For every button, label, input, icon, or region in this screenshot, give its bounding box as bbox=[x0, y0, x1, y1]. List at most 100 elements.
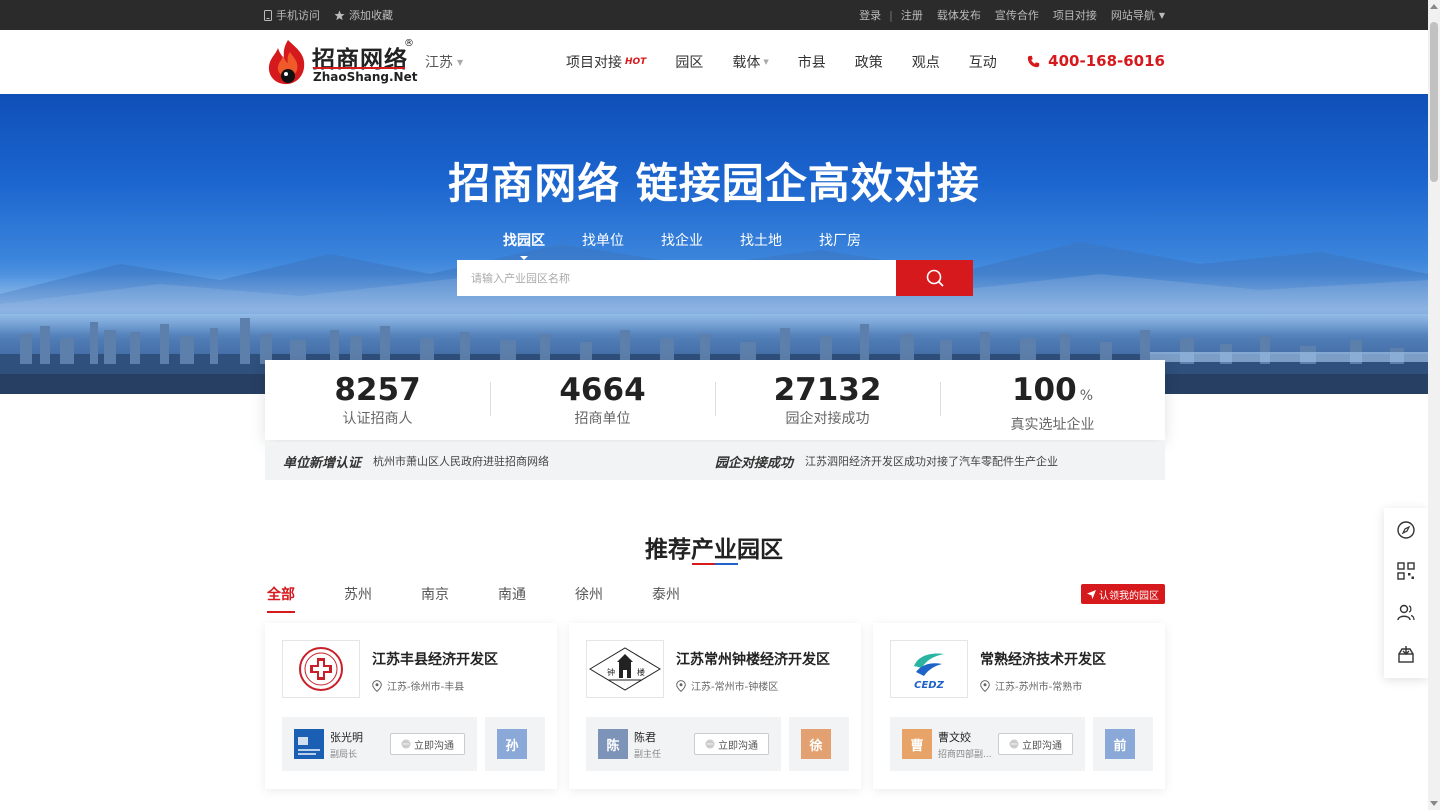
stat-certified-people: 8257 认证招商人 bbox=[265, 360, 490, 440]
search-tab-companies[interactable]: 找企业 bbox=[661, 230, 703, 250]
search-button[interactable] bbox=[896, 260, 973, 296]
stat-label: 认证招商人 bbox=[342, 411, 413, 427]
scrollbar-thumb[interactable] bbox=[1430, 22, 1438, 182]
region-selector[interactable]: 江苏 ▼ bbox=[425, 52, 463, 72]
topbar-link-projects[interactable]: 项目对接 bbox=[1053, 7, 1097, 23]
zhonglou-tower-icon bbox=[589, 647, 661, 691]
nav-item-label: 观点 bbox=[911, 55, 940, 71]
park-card[interactable]: 江苏丰县经济开发区 江苏-徐州市-丰县 张光明 副局长 立即沟通 孙 bbox=[265, 623, 557, 789]
contact-role: 招商四部副... bbox=[938, 750, 992, 760]
ticker-tag: 园企对接成功 bbox=[715, 455, 794, 471]
news-ticker: 单位新增认证 杭州市萧山区人民政府进驻招商网络 园企对接成功 江苏泗阳经济开发区… bbox=[265, 442, 1165, 480]
stat-value: 4664 bbox=[559, 372, 646, 408]
register-link[interactable]: 注册 bbox=[901, 7, 923, 23]
site-nav-label: 网站导航 bbox=[1110, 9, 1155, 22]
chat-now-button[interactable]: 立即沟通 bbox=[998, 733, 1073, 755]
nav-item-views[interactable]: 观点 bbox=[912, 52, 940, 72]
topbar-link-cooperation[interactable]: 宣传合作 bbox=[995, 7, 1039, 23]
top-bar: 手机访问 添加收藏 登录 | 注册 载体发布 宣传合作 项目对接 网站导航 ▼ bbox=[0, 0, 1428, 30]
caret-down-icon: ▼ bbox=[1158, 10, 1165, 20]
star-icon bbox=[334, 10, 345, 20]
hero-banner: 招商网络 链接园企高效对接 找园区 找单位 找企业 找土地 找厂房 bbox=[0, 94, 1428, 394]
add-favorite-label: 添加收藏 bbox=[349, 9, 393, 22]
park-name[interactable]: 常熟经济技术开发区 bbox=[980, 649, 1106, 669]
search-tab-factories[interactable]: 找厂房 bbox=[819, 230, 861, 250]
location-pin-icon bbox=[980, 679, 990, 692]
park-location: 江苏-苏州市-常熟市 bbox=[980, 678, 1082, 693]
nav-item-cities[interactable]: 市县 bbox=[798, 52, 826, 72]
search-input[interactable] bbox=[457, 260, 896, 296]
contact-avatar: 陈 bbox=[598, 729, 628, 759]
contact-role: 副局长 bbox=[330, 750, 358, 760]
park-location: 江苏-常州市-钟楼区 bbox=[676, 678, 778, 693]
park-logo bbox=[282, 640, 360, 698]
nav-item-projects[interactable]: 项目对接 HOT bbox=[566, 52, 646, 72]
add-favorite-link[interactable]: 添加收藏 bbox=[334, 7, 393, 23]
claim-park-button[interactable]: 认领我的园区 bbox=[1081, 584, 1165, 604]
park-logo: CEDZ bbox=[890, 640, 968, 698]
park-name[interactable]: 江苏常州钟楼经济开发区 bbox=[676, 649, 830, 669]
search-tab-land[interactable]: 找土地 bbox=[740, 230, 782, 250]
compass-icon[interactable] bbox=[1396, 520, 1416, 540]
contact-avatar bbox=[294, 729, 324, 759]
park-contact-secondary: 徐 bbox=[789, 717, 849, 771]
chat-now-button[interactable]: 立即沟通 bbox=[694, 733, 769, 755]
stat-value: 8257 bbox=[334, 372, 421, 408]
search-tab-units[interactable]: 找单位 bbox=[582, 230, 624, 250]
search-tab-parks[interactable]: 找园区 bbox=[503, 230, 545, 260]
city-tab-suzhou[interactable]: 苏州 bbox=[344, 584, 372, 604]
park-card[interactable]: CEDZ 常熟经济技术开发区 江苏-苏州市-常熟市 曹 曹文姣 招商四部副...… bbox=[873, 623, 1165, 789]
login-link[interactable]: 登录 bbox=[859, 7, 881, 23]
nav-item-label: 园区 bbox=[675, 55, 704, 71]
city-tab-xuzhou[interactable]: 徐州 bbox=[575, 584, 603, 604]
nav-item-label: 载体 bbox=[732, 55, 761, 71]
main-header: 招商网络 ® ZhaoShang.Net 江苏 ▼ 项目对接 HOT 园区 载体… bbox=[0, 30, 1428, 94]
city-tab-all[interactable]: 全部 bbox=[267, 584, 295, 613]
scroll-down-arrow-icon[interactable] bbox=[1430, 801, 1438, 806]
park-name[interactable]: 江苏丰县经济开发区 bbox=[372, 649, 498, 669]
ticker-tag: 单位新增认证 bbox=[283, 455, 362, 471]
stat-value: 100 bbox=[1011, 372, 1077, 408]
logo-english-text: ZhaoShang.Net bbox=[313, 70, 418, 84]
scroll-up-arrow-icon[interactable] bbox=[1430, 4, 1438, 9]
ticker-item-certification[interactable]: 单位新增认证 杭州市萧山区人民政府进驻招商网络 bbox=[283, 452, 549, 471]
park-contact: 陈 陈君 副主任 立即沟通 bbox=[586, 717, 781, 771]
nav-item-carriers[interactable]: 载体 ▼ bbox=[732, 52, 768, 72]
park-card[interactable]: 钟 楼 江苏常州钟楼经济开发区 江苏-常州市-钟楼区 陈 陈君 副主任 立即沟通… bbox=[569, 623, 861, 789]
cedz-logo-text: CEDZ bbox=[914, 680, 944, 691]
user-group-icon[interactable] bbox=[1396, 602, 1416, 622]
stat-value: 27132 bbox=[773, 372, 882, 408]
nav-item-policy[interactable]: 政策 bbox=[855, 52, 883, 72]
park-location-text: 江苏-徐州市-丰县 bbox=[387, 682, 465, 693]
search-icon bbox=[926, 269, 944, 287]
site-logo[interactable]: 招商网络 ® ZhaoShang.Net bbox=[266, 38, 418, 88]
stat-number: 8257 bbox=[265, 372, 490, 408]
contact-name: 曹文姣 bbox=[938, 731, 971, 744]
nav-item-interaction[interactable]: 互动 bbox=[969, 52, 997, 72]
chat-now-button[interactable]: 立即沟通 bbox=[390, 733, 465, 755]
nav-item-parks[interactable]: 园区 bbox=[675, 52, 703, 72]
page-scrollbar[interactable] bbox=[1428, 0, 1440, 810]
ticker-item-match[interactable]: 园企对接成功 江苏泗阳经济开发区成功对接了汽车零配件生产企业 bbox=[715, 452, 1058, 471]
nav-item-label: 市县 bbox=[797, 55, 826, 71]
contact-name: 陈君 bbox=[634, 731, 656, 744]
inbox-download-icon[interactable] bbox=[1396, 644, 1416, 664]
contact-avatar: 前 bbox=[1105, 729, 1135, 759]
location-pin-icon bbox=[676, 679, 686, 692]
city-tab-nantong[interactable]: 南通 bbox=[498, 584, 526, 604]
topbar-link-publish[interactable]: 载体发布 bbox=[937, 7, 981, 23]
city-tab-taizhou[interactable]: 泰州 bbox=[652, 584, 680, 604]
qrcode-icon[interactable] bbox=[1396, 561, 1416, 581]
stat-number: 100% bbox=[940, 372, 1165, 414]
park-logo: 钟 楼 bbox=[586, 640, 664, 698]
mobile-access-link[interactable]: 手机访问 bbox=[264, 7, 320, 23]
nav-item-label: 互动 bbox=[968, 55, 997, 71]
hotline-phone[interactable]: 400-168-6016 bbox=[1027, 52, 1165, 70]
ticker-text: 江苏泗阳经济开发区成功对接了汽车零配件生产企业 bbox=[805, 455, 1059, 468]
search-tabs: 找园区 找单位 找企业 找土地 找厂房 bbox=[503, 230, 861, 260]
stat-label: 招商单位 bbox=[574, 411, 631, 427]
city-tab-nanjing[interactable]: 南京 bbox=[421, 584, 449, 604]
site-nav-dropdown[interactable]: 网站导航 ▼ bbox=[1111, 7, 1165, 23]
mobile-icon bbox=[264, 9, 272, 21]
chat-bubble-icon bbox=[401, 739, 411, 749]
